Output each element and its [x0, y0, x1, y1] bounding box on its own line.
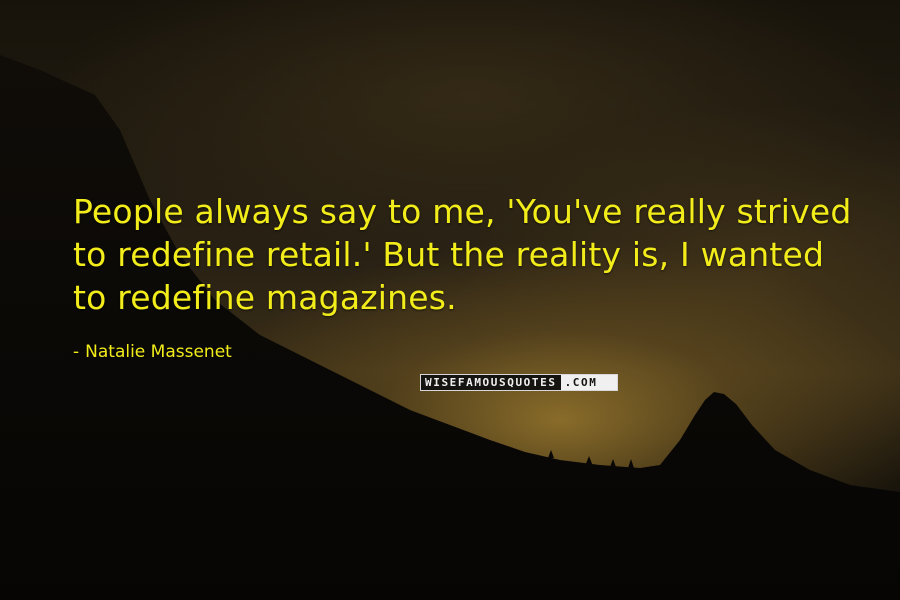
- author-dash: -: [73, 342, 80, 362]
- quote-author: - Natalie Massenet: [73, 341, 232, 363]
- watermark-tld: .COM: [560, 375, 617, 390]
- author-name: Natalie Massenet: [85, 342, 232, 362]
- watermark-main: WISEFAMOUSQUOTES: [421, 375, 561, 390]
- site-watermark-logo: WISEFAMOUSQUOTES .COM: [420, 374, 618, 391]
- quote-image: People always say to me, 'You've really …: [0, 0, 900, 600]
- quote-text: People always say to me, 'You've really …: [73, 192, 852, 317]
